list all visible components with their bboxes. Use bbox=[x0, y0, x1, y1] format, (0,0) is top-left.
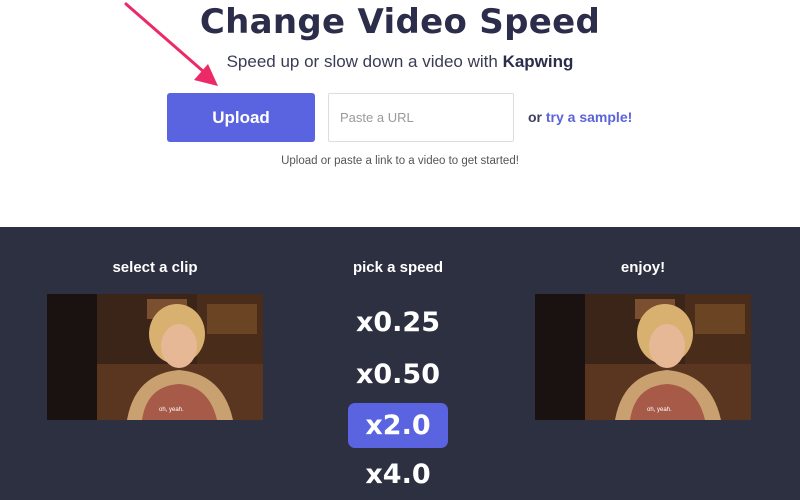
hero-section: Change Video Speed Speed up or slow down… bbox=[0, 0, 800, 227]
clip-image: oh, yeah. bbox=[535, 294, 751, 420]
url-input[interactable] bbox=[328, 93, 514, 142]
speed-option-0-50[interactable]: x0.50 bbox=[348, 352, 448, 397]
speed-option-0-25[interactable]: x0.25 bbox=[348, 300, 448, 345]
upload-button[interactable]: Upload bbox=[167, 93, 315, 142]
try-sample-link[interactable]: try a sample! bbox=[546, 109, 632, 125]
clip-image: oh, yeah. bbox=[47, 294, 263, 420]
subtitle-text: Speed up or slow down a video with bbox=[226, 52, 498, 71]
speed-option-4-0[interactable]: x4.0 bbox=[348, 452, 448, 497]
page-subtitle: Speed up or slow down a video with Kapwi… bbox=[0, 52, 800, 72]
brand-name: Kapwing bbox=[502, 52, 574, 71]
or-text: or bbox=[528, 109, 542, 125]
clip-caption: oh, yeah. bbox=[159, 407, 184, 413]
step-enjoy-label: enjoy! bbox=[620, 259, 666, 276]
sample-prompt: or try a sample! bbox=[528, 109, 632, 125]
step-select-label: select a clip bbox=[112, 259, 198, 276]
clip-caption: oh, yeah. bbox=[647, 407, 672, 413]
source-clip-thumbnail: oh, yeah. bbox=[47, 294, 263, 420]
speed-option-2-0[interactable]: x2.0 bbox=[348, 403, 448, 448]
upload-hint: Upload or paste a link to a video to get… bbox=[281, 155, 519, 167]
result-clip-thumbnail: oh, yeah. bbox=[535, 294, 751, 420]
page-title: Change Video Speed bbox=[199, 2, 601, 42]
step-pick-label: pick a speed bbox=[352, 259, 444, 276]
how-it-works-section: select a clip pick a speed enjoy! oh, ye… bbox=[0, 227, 800, 500]
